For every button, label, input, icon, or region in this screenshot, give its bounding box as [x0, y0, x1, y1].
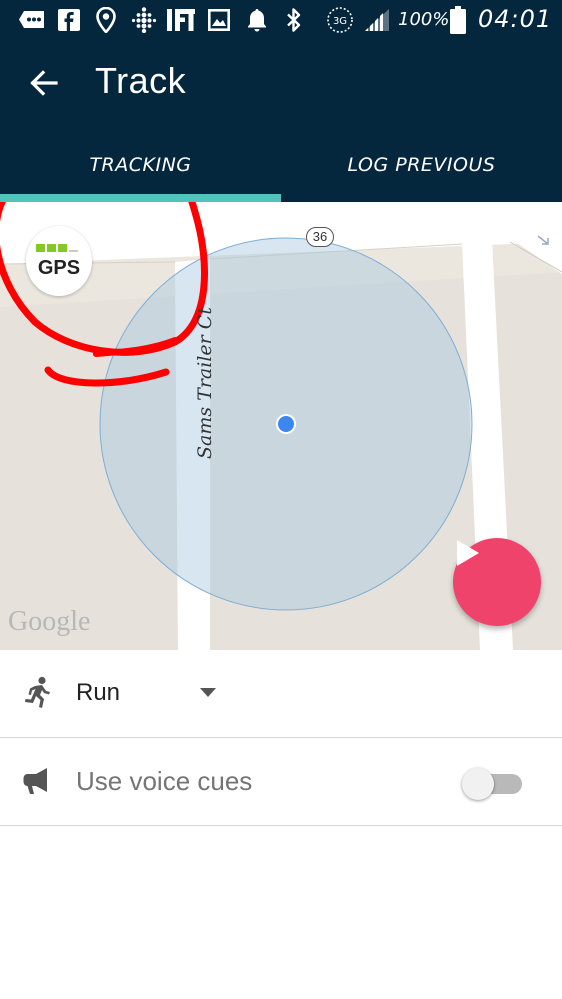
clock: 04:01 — [478, 5, 553, 33]
activity-type-selector[interactable]: Run — [0, 650, 562, 738]
image-icon — [207, 7, 231, 33]
google-attribution: Google — [8, 606, 91, 637]
gps-signal-bar — [47, 244, 56, 252]
route-shield: 36 — [306, 227, 334, 247]
running-person-icon — [22, 676, 54, 710]
street-label: Sams Trailer Ct — [194, 307, 216, 459]
start-tracking-button[interactable] — [453, 538, 541, 626]
tab-selected-indicator — [0, 194, 281, 202]
tab-log-previous[interactable]: LOG PREVIOUS — [281, 128, 562, 202]
status-bar: 3G 100% 04:01 — [0, 0, 562, 40]
battery-percent: 100% — [398, 9, 450, 30]
network-label: 3G — [333, 16, 347, 27]
fitbit-icon — [131, 7, 157, 33]
tab-tracking-label: TRACKING — [89, 154, 192, 176]
megaphone-icon — [22, 766, 54, 800]
voice-cues-row: Use voice cues — [0, 738, 562, 826]
gps-status-badge: GPS — [26, 226, 92, 296]
map-view[interactable]: GPS Sams Trailer Ct 36 Google — [0, 202, 562, 650]
arrow-back-icon[interactable] — [27, 66, 61, 100]
activity-type-value: Run — [76, 679, 121, 706]
toggle-thumb — [462, 768, 494, 800]
battery-icon — [449, 6, 467, 34]
location-pin-icon — [95, 7, 117, 33]
facebook-icon — [57, 7, 81, 33]
tab-log-previous-label: LOG PREVIOUS — [347, 154, 496, 176]
bluetooth-icon — [284, 7, 304, 33]
tab-bar: TRACKING LOG PREVIOUS — [0, 128, 562, 202]
voice-cues-toggle[interactable] — [462, 766, 524, 800]
gps-signal-bar — [36, 244, 45, 252]
gps-signal-bars — [36, 244, 78, 252]
gps-signal-bar — [58, 244, 67, 252]
gps-label: GPS — [37, 257, 81, 279]
dropdown-caret-icon[interactable] — [200, 688, 216, 697]
page-title: Track — [95, 60, 187, 101]
network-3g-icon: 3G — [325, 7, 355, 33]
notification-bell-icon — [245, 7, 269, 33]
ifttt-icon — [167, 7, 195, 33]
tab-tracking[interactable]: TRACKING — [0, 128, 281, 202]
gps-signal-bar — [69, 246, 78, 252]
message-icon — [18, 7, 46, 33]
voice-cues-label: Use voice cues — [76, 766, 253, 796]
signal-icon — [363, 7, 391, 33]
app-bar: Track — [0, 40, 562, 128]
